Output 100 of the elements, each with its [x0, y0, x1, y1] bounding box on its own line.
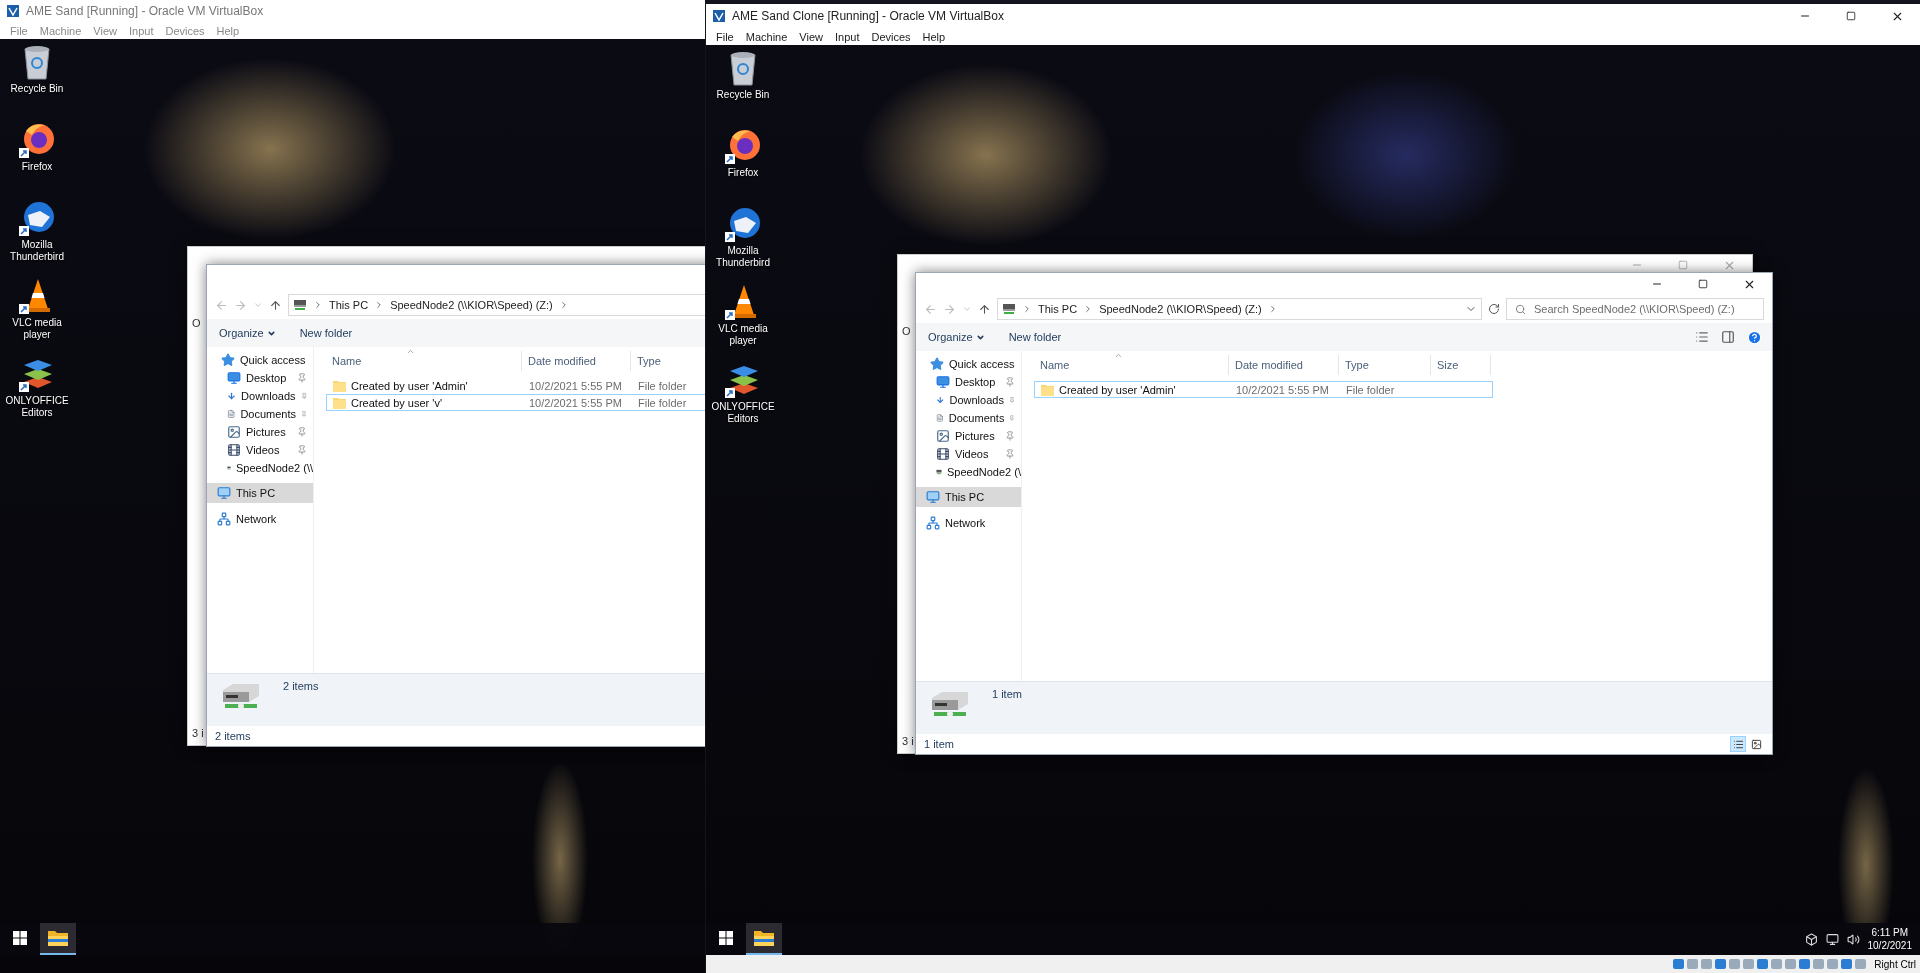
breadcrumb[interactable]: This PC: [1038, 303, 1078, 315]
host-key-label: Right Ctrl: [1874, 958, 1916, 970]
nav-item[interactable]: Documents: [207, 405, 313, 423]
breadcrumb[interactable]: SpeedNode2 (\\KIOR\Speed) (Z:): [1099, 303, 1262, 315]
pin-icon: [297, 373, 307, 383]
desktop-icon-label[interactable]: Mozilla Thunderbird: [708, 245, 778, 269]
network-drive-icon: [293, 299, 307, 311]
file-explorer-button[interactable]: [40, 923, 76, 955]
column-header[interactable]: Name: [326, 351, 522, 371]
item-count: 1 item: [992, 688, 1022, 700]
address-bar[interactable]: This PC SpeedNode2 (\\KIOR\Speed) (Z:): [997, 298, 1482, 320]
menu-item[interactable]: Help: [210, 24, 246, 37]
nav-item[interactable]: Quick access: [207, 351, 313, 369]
item-count: 2 items: [283, 680, 319, 692]
desktop-icon-label[interactable]: Recycle Bin: [716, 89, 770, 101]
network-icon: [217, 512, 231, 526]
nav-item[interactable]: This PC: [207, 483, 313, 503]
network-icon: [926, 516, 940, 530]
monitor-icon: [926, 490, 940, 504]
search-icon: [1515, 303, 1526, 315]
menu-item[interactable]: Input: [122, 24, 160, 37]
desktop-icon-label[interactable]: Firefox: [727, 167, 759, 179]
nav-item[interactable]: Videos: [207, 441, 313, 459]
folder-icon: [1041, 383, 1054, 396]
file-type: File folder: [638, 379, 687, 392]
breadcrumb[interactable]: SpeedNode2 (\\KIOR\Speed) (Z:): [390, 299, 553, 311]
menu-item[interactable]: Input: [828, 30, 866, 43]
monitor-icon: [227, 371, 241, 385]
menu-item[interactable]: Help: [916, 30, 952, 43]
nav-item[interactable]: SpeedNode2 (\: [916, 463, 1021, 481]
status-fragment: 3 i: [192, 727, 204, 739]
new-folder-button[interactable]: New folder: [297, 325, 355, 341]
menu-item[interactable]: Machine: [739, 30, 794, 43]
pin-icon: [297, 445, 307, 455]
desktop-icon-label[interactable]: ONLYOFFICE Editors: [2, 395, 72, 419]
nav-item[interactable]: Network: [207, 509, 313, 529]
file-name: Created by user 'Admin': [1059, 383, 1176, 396]
column-header[interactable]: Name: [1034, 355, 1229, 375]
status-text: 2 items: [215, 730, 251, 742]
column-header[interactable]: Size: [1431, 355, 1491, 375]
window-title: AME Sand Clone [Running] - Oracle VM VirtualBox: [732, 9, 1005, 23]
desktop-icon-label[interactable]: Firefox: [21, 161, 53, 173]
desktop-icon-label[interactable]: VLC media player: [708, 323, 778, 347]
menu-item[interactable]: View: [793, 30, 829, 43]
clock-date: 10/2/2021: [1867, 939, 1912, 952]
organize-button[interactable]: Organize: [926, 329, 987, 345]
menu-item[interactable]: Devices: [865, 30, 917, 43]
star-icon: [221, 353, 235, 367]
file-row[interactable]: Created by user 'Admin' 10/2/2021 5:55 PM File folder: [1034, 381, 1493, 398]
nav-item[interactable]: Documents: [916, 409, 1021, 427]
nav-item[interactable]: Downloads: [207, 387, 313, 405]
windows-logo-icon: [719, 931, 733, 945]
pin-icon: [1005, 431, 1015, 441]
nav-item[interactable]: SpeedNode2 (\\: [207, 459, 313, 477]
pin-icon: [301, 409, 307, 419]
nav-item[interactable]: Desktop: [916, 373, 1021, 391]
desktop-icon-label[interactable]: Recycle Bin: [10, 83, 64, 95]
organize-button[interactable]: Organize: [217, 325, 278, 341]
picture-icon: [227, 425, 241, 439]
chevron-right-icon: [1022, 304, 1032, 314]
menu-item[interactable]: File: [710, 30, 740, 43]
menu-item[interactable]: Devices: [159, 24, 211, 37]
sort-caret-icon: [406, 347, 415, 356]
column-header[interactable]: Date modified: [1229, 355, 1339, 375]
menu-item[interactable]: File: [4, 24, 34, 37]
status-text: 1 item: [924, 738, 954, 750]
pin-icon: [1008, 395, 1015, 405]
address-bar[interactable]: This PC SpeedNode2 (\\KIOR\Speed) (Z:): [288, 294, 705, 316]
file-row[interactable]: Created by user 'v' 10/2/2021 5:55 PM File folder: [326, 394, 705, 411]
search-field[interactable]: Search SpeedNode2 (\\KIOR\Speed) (Z:): [1506, 298, 1764, 320]
menu-item[interactable]: Machine: [33, 24, 88, 37]
film-icon: [227, 443, 241, 457]
column-header[interactable]: Type: [1339, 355, 1431, 375]
star-icon: [930, 357, 944, 371]
virtualbox-icon: [712, 9, 726, 23]
document-icon: [936, 411, 944, 425]
view-options-icon: [1695, 330, 1709, 344]
file-row[interactable]: Created by user 'Admin' 10/2/2021 5:55 PM File folder: [326, 377, 705, 394]
desktop-icon-label[interactable]: ONLYOFFICE Editors: [708, 401, 778, 425]
nav-item[interactable]: Network: [916, 513, 1021, 533]
nav-item[interactable]: Pictures: [207, 423, 313, 441]
pin-icon: [1005, 449, 1015, 459]
nav-item[interactable]: This PC: [916, 487, 1021, 507]
nav-item[interactable]: Videos: [916, 445, 1021, 463]
new-folder-button[interactable]: New folder: [1006, 329, 1064, 345]
status-fragment: 3 i: [902, 735, 914, 747]
folder-icon: [48, 930, 68, 946]
file-explorer-button[interactable]: [746, 923, 782, 955]
nav-item[interactable]: Downloads: [916, 391, 1021, 409]
nav-item[interactable]: Quick access: [916, 355, 1021, 373]
breadcrumb[interactable]: This PC: [329, 299, 369, 311]
column-header[interactable]: Date modified: [522, 351, 631, 371]
nav-item[interactable]: Desktop: [207, 369, 313, 387]
menu-item[interactable]: View: [87, 24, 123, 37]
desktop-icon-label[interactable]: Mozilla Thunderbird: [2, 239, 72, 263]
details-view-button[interactable]: [1730, 736, 1746, 752]
desktop-icon-label[interactable]: VLC media player: [2, 317, 72, 341]
file-name: Created by user 'v': [351, 396, 443, 409]
nav-item[interactable]: Pictures: [916, 427, 1021, 445]
file-type: File folder: [1346, 383, 1395, 396]
